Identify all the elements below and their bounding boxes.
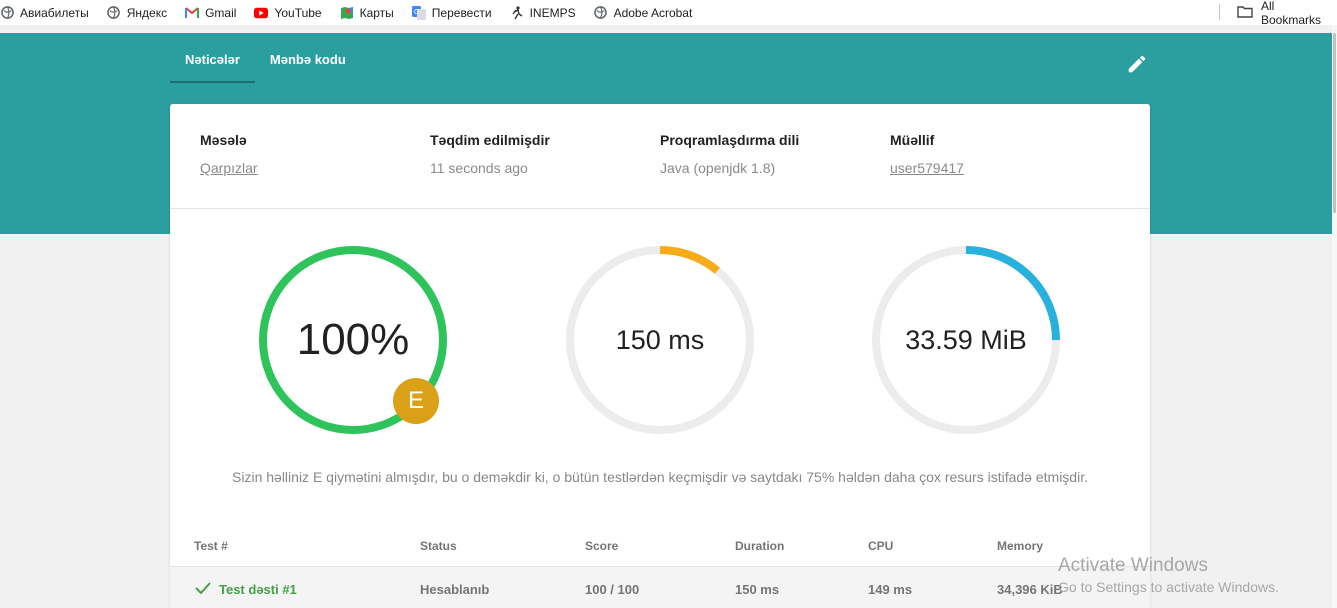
bookmark-maps[interactable]: Карты <box>340 6 394 20</box>
header-cpu: CPU <box>868 539 894 553</box>
grade-badge: E <box>393 378 439 424</box>
maps-icon <box>340 6 354 20</box>
tab-bar: Nəticələr Mənbə kodu <box>170 33 361 85</box>
header-status: Status <box>420 539 457 553</box>
author-link[interactable]: user579417 <box>890 160 964 176</box>
test-status: Hesablanıb <box>420 582 490 597</box>
globe-icon <box>107 6 121 20</box>
submission-meta: Məsələ Qarpızlar Təqdim edilmişdir 11 se… <box>170 104 1150 209</box>
bookmark-label: INEMPS <box>529 5 576 20</box>
gmail-icon <box>185 6 200 20</box>
bookmark-inemps[interactable]: INEMPS <box>510 6 576 20</box>
test-score: 100 / 100 <box>585 582 640 597</box>
submitted-label: Təqdim edilmişdir <box>430 132 550 148</box>
globe-icon <box>0 6 14 20</box>
folder-icon <box>1237 5 1253 21</box>
watermark-subtitle: Go to Settings to activate Windows. <box>1058 579 1279 595</box>
meta-language: Proqramlaşdırma dili Java (openjdk 1.8) <box>660 132 799 176</box>
bookmark-label: Перевести <box>431 5 492 20</box>
tab-source-code[interactable]: Mənbə kodu <box>255 33 361 83</box>
windows-activation-watermark: Activate Windows Go to Settings to activ… <box>1058 555 1279 595</box>
all-bookmarks-button[interactable]: All Bookmarks <box>1237 0 1337 27</box>
table-row[interactable]: Test dəsti #1 Hesablanıb 100 / 100 150 m… <box>170 567 1150 608</box>
submission-card: Məsələ Qarpızlar Təqdim edilmişdir 11 se… <box>170 104 1150 608</box>
memory-value: 33.59 MiB <box>905 324 1027 355</box>
memory-gauge: 33.59 MiB <box>868 242 1064 438</box>
checkmark-icon <box>195 582 211 597</box>
test-duration: 150 ms <box>735 582 780 597</box>
bookmark-label: Adobe Acrobat <box>613 5 693 20</box>
runner-icon <box>510 5 524 20</box>
bookmarks-divider <box>1219 4 1220 20</box>
bookmark-label: Яндекс <box>126 5 168 20</box>
meta-problem: Məsələ Qarpızlar <box>200 132 258 176</box>
test-name: Test dəsti #1 <box>219 582 297 597</box>
meta-author: Müəllif user579417 <box>890 132 964 176</box>
bookmark-label: YouTube <box>274 5 322 20</box>
bookmark-youtube[interactable]: YouTube <box>254 5 322 20</box>
test-cpu: 149 ms <box>868 582 913 597</box>
time-gauge: 150 ms <box>562 242 758 438</box>
header-score: Score <box>585 539 619 553</box>
bookmark-label: Gmail <box>205 5 237 20</box>
tab-results[interactable]: Nəticələr <box>170 33 255 83</box>
svg-text:G: G <box>414 9 419 16</box>
meta-submitted: Təqdim edilmişdir 11 seconds ago <box>430 132 550 176</box>
result-summary: Sizin həlliniz E qiymətini almışdır, bu … <box>232 469 1088 485</box>
submitted-value: 11 seconds ago <box>430 160 528 176</box>
tests-table-header: Test # Status Score Duration CPU Memory <box>170 524 1150 567</box>
bookmark-yandex[interactable]: Яндекс <box>107 6 167 20</box>
header-duration: Duration <box>735 539 785 553</box>
header-test: Test # <box>194 539 228 553</box>
bookmark-gmail[interactable]: Gmail <box>185 6 236 20</box>
translate-icon: G <box>411 5 426 20</box>
author-label: Müəllif <box>890 132 935 148</box>
language-label: Proqramlaşdırma dili <box>660 132 800 148</box>
language-value: Java (openjdk 1.8) <box>660 160 776 176</box>
problem-label: Məsələ <box>200 132 247 148</box>
bookmark-aviabilety[interactable]: Авиабилеты <box>0 6 89 20</box>
bookmark-adobe-acrobat[interactable]: Adobe Acrobat <box>594 5 693 20</box>
youtube-icon <box>254 6 269 20</box>
bookmarks-bar: Авиабилеты Яндекс Gmail YouTube Карты G … <box>0 0 1337 25</box>
scrollbar-thumb[interactable] <box>1333 33 1336 213</box>
bookmark-label: Авиабилеты <box>20 5 89 20</box>
all-bookmarks-label: All Bookmarks <box>1261 0 1322 27</box>
test-name-cell: Test dəsti #1 <box>195 582 297 597</box>
edit-button[interactable] <box>1126 53 1148 75</box>
bookmark-label: Карты <box>359 5 394 20</box>
problem-link[interactable]: Qarpızlar <box>200 160 258 176</box>
time-value: 150 ms <box>615 324 705 355</box>
test-memory: 34,396 KiB <box>997 582 1063 597</box>
bookmark-translate[interactable]: G Перевести <box>411 5 492 20</box>
score-gauge: 100% E <box>255 242 451 438</box>
watermark-title: Activate Windows <box>1058 555 1208 576</box>
header-memory: Memory <box>997 539 1044 553</box>
globe-icon <box>594 6 608 20</box>
pencil-icon <box>1126 55 1148 79</box>
